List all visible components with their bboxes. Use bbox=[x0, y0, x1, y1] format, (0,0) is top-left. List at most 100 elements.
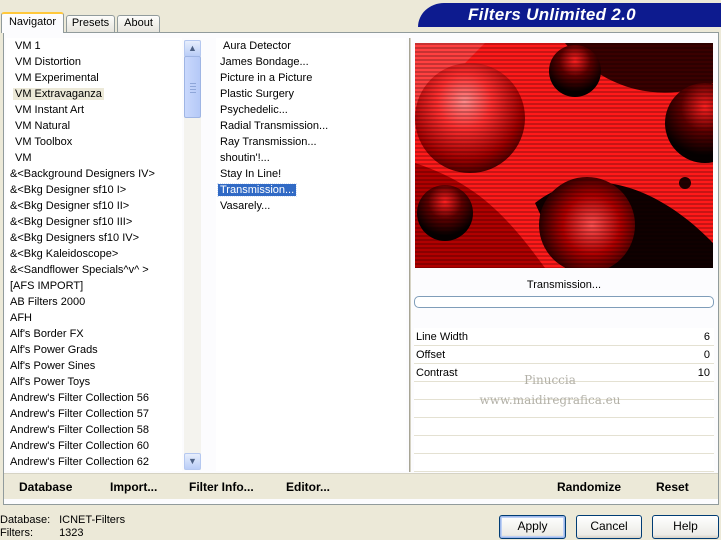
category-label: Andrew's Filter Collection 56 bbox=[10, 392, 150, 404]
tab-bar: Navigator Presets About bbox=[0, 0, 420, 33]
filter-label: Transmission... bbox=[216, 183, 298, 197]
filter-label: Ray Transmission... bbox=[220, 136, 317, 148]
status-area: Database: ICNET-Filters Filters: 1323 bbox=[0, 514, 125, 540]
category-label: Andrew's Filter Collection 60 bbox=[10, 440, 150, 452]
category-label: &<Background Designers IV> bbox=[10, 168, 155, 180]
category-item[interactable]: AB Filters 2000 bbox=[6, 294, 182, 310]
category-label: VM Distortion bbox=[15, 56, 82, 68]
category-label: VM 1 bbox=[15, 40, 41, 52]
category-label: Alf's Power Sines bbox=[10, 360, 96, 372]
category-label: Andrew's Filter Collection 57 bbox=[10, 408, 150, 420]
apply-button[interactable]: Apply bbox=[499, 515, 566, 539]
category-label: VM bbox=[15, 152, 32, 164]
category-item[interactable]: Andrew's Filter Collection 60 bbox=[6, 438, 182, 454]
filter-item[interactable]: James Bondage... bbox=[216, 54, 406, 70]
filter-item[interactable]: Radial Transmission... bbox=[216, 118, 406, 134]
category-item[interactable]: &<Bkg Designer sf10 III> bbox=[6, 214, 182, 230]
parameter-value[interactable]: 0 bbox=[704, 346, 710, 364]
parameter-row[interactable] bbox=[414, 418, 714, 436]
filter-label: Radial Transmission... bbox=[220, 120, 329, 132]
help-button[interactable]: Help bbox=[652, 515, 719, 539]
watermark: Pinuccia www.maidiregrafica.eu bbox=[470, 370, 630, 410]
filter-item[interactable]: Psychedelic... bbox=[216, 102, 406, 118]
filter-label: Plastic Surgery bbox=[220, 88, 294, 100]
filter-item[interactable]: Stay In Line! bbox=[216, 166, 406, 182]
category-list[interactable]: VM 1 VM Distortion VM Experimental VM Extra… bbox=[6, 38, 182, 471]
category-item[interactable]: AFH bbox=[6, 310, 182, 326]
tab-about[interactable]: About bbox=[117, 15, 160, 32]
category-item[interactable]: VM Toolbox bbox=[6, 134, 182, 150]
category-item[interactable]: [AFS IMPORT] bbox=[6, 278, 182, 294]
import-button[interactable]: Import... bbox=[110, 478, 157, 496]
filter-item[interactable]: Aura Detector bbox=[216, 38, 406, 54]
category-item[interactable]: Alf's Power Toys bbox=[6, 374, 182, 390]
filter-item[interactable]: Plastic Surgery bbox=[216, 86, 406, 102]
category-item[interactable]: VM Natural bbox=[6, 118, 182, 134]
category-item[interactable]: &<Bkg Designer sf10 I> bbox=[6, 182, 182, 198]
category-label: &<Sandflower Specials^v^ > bbox=[10, 264, 149, 276]
category-label: AB Filters 2000 bbox=[10, 296, 86, 308]
category-label: Andrew's Filter Collection 58 bbox=[10, 424, 150, 436]
category-scrollbar[interactable]: ▲ ▼ bbox=[184, 40, 201, 470]
editor-button[interactable]: Editor... bbox=[286, 478, 330, 496]
parameter-row[interactable] bbox=[414, 454, 714, 472]
category-item[interactable]: VM Experimental bbox=[6, 70, 182, 86]
category-item[interactable]: Alf's Power Grads bbox=[6, 342, 182, 358]
parameter-row[interactable]: Line Width 6 bbox=[414, 328, 714, 346]
preview-filter-name: Transmission... bbox=[526, 279, 602, 291]
parameter-row[interactable] bbox=[414, 436, 714, 454]
database-value: ICNET-Filters bbox=[59, 514, 126, 526]
filter-item[interactable]: shoutin'!... bbox=[216, 150, 406, 166]
filter-item[interactable]: Transmission... bbox=[216, 182, 406, 198]
category-item[interactable]: &<Bkg Kaleidoscope> bbox=[6, 246, 182, 262]
category-label: VM Natural bbox=[15, 120, 71, 132]
category-label: &<Bkg Designers sf10 IV> bbox=[10, 232, 140, 244]
filters-label: Filters: bbox=[0, 527, 33, 539]
filter-label: Picture in a Picture bbox=[220, 72, 313, 84]
filter-item[interactable]: Ray Transmission... bbox=[216, 134, 406, 150]
filter-list[interactable]: Aura Detector James Bondage... Picture in … bbox=[216, 38, 406, 471]
category-label: Andrew's Filter Collection 62 bbox=[10, 456, 150, 468]
filter-item[interactable]: Picture in a Picture bbox=[216, 70, 406, 86]
parameter-value[interactable]: 10 bbox=[698, 364, 710, 382]
filter-info-button[interactable]: Filter Info... bbox=[189, 478, 254, 496]
reset-button[interactable]: Reset bbox=[656, 478, 689, 496]
tab-presets[interactable]: Presets bbox=[66, 15, 115, 32]
category-item[interactable]: VM Instant Art bbox=[6, 102, 182, 118]
category-item[interactable]: &<Bkg Designer sf10 II> bbox=[6, 198, 182, 214]
filter-label: shoutin'!... bbox=[220, 152, 270, 164]
category-item[interactable]: &<Background Designers IV> bbox=[6, 166, 182, 182]
scrollbar-thumb[interactable] bbox=[184, 56, 201, 118]
chevron-up-icon[interactable]: ▲ bbox=[184, 40, 201, 57]
parameter-name: Contrast bbox=[416, 367, 458, 379]
database-label: Database: bbox=[0, 514, 51, 526]
category-item[interactable]: Andrew's Filter Collection 57 bbox=[6, 406, 182, 422]
category-item[interactable]: VM 1 bbox=[6, 38, 182, 54]
randomize-button[interactable]: Randomize bbox=[557, 478, 621, 496]
cancel-button[interactable]: Cancel bbox=[576, 515, 642, 539]
category-item[interactable]: Alf's Power Sines bbox=[6, 358, 182, 374]
parameter-value[interactable]: 6 bbox=[704, 328, 710, 346]
category-item[interactable]: &<Sandflower Specials^v^ > bbox=[6, 262, 182, 278]
brand-title: Filters Unlimited 2.0 bbox=[468, 5, 636, 24]
category-item[interactable]: Andrew's Filter Collection 58 bbox=[6, 422, 182, 438]
category-item[interactable]: Andrew's Filter Collection 62 bbox=[6, 454, 182, 470]
category-item[interactable]: VM bbox=[6, 150, 182, 166]
filter-label: Stay In Line! bbox=[220, 168, 282, 180]
category-item[interactable]: Alf's Border FX bbox=[6, 326, 182, 342]
category-label: [AFS IMPORT] bbox=[10, 280, 84, 292]
category-item[interactable]: &<Bkg Designers sf10 IV> bbox=[6, 230, 182, 246]
category-label: VM Experimental bbox=[15, 72, 99, 84]
category-item[interactable]: Andrew's Filter Collection 56 bbox=[6, 390, 182, 406]
filter-label: James Bondage... bbox=[220, 56, 309, 68]
category-label: VM Instant Art bbox=[15, 104, 85, 116]
tab-navigator[interactable]: Navigator bbox=[1, 12, 64, 33]
category-item[interactable]: VM Distortion bbox=[6, 54, 182, 70]
parameter-row[interactable]: Offset 0 bbox=[414, 346, 714, 364]
filter-item[interactable]: Vasarely... bbox=[216, 198, 406, 214]
database-button[interactable]: Database bbox=[19, 478, 72, 496]
category-item[interactable]: VM Extravaganza bbox=[6, 86, 182, 102]
category-label: &<Bkg Designer sf10 II> bbox=[10, 200, 130, 212]
chevron-down-icon[interactable]: ▼ bbox=[184, 453, 201, 470]
category-label: VM Extravaganza bbox=[13, 88, 104, 100]
